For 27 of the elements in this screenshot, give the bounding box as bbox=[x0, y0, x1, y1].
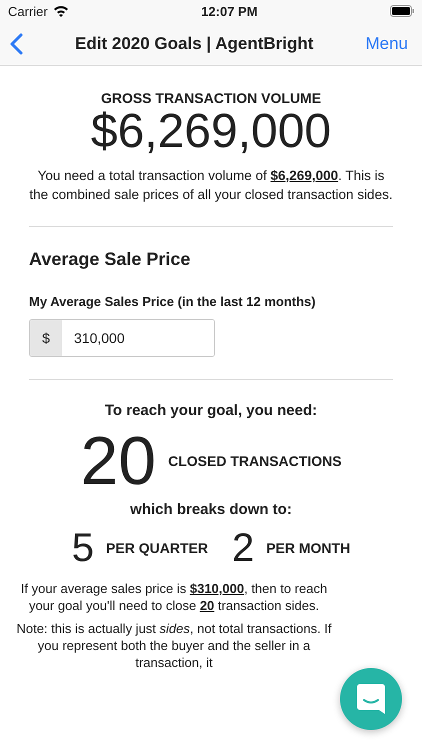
note-text: Note: this is actually just sides, not total transactions. If you represent both the buyer and the seller in a transaction, it bbox=[15, 620, 333, 671]
back-button[interactable] bbox=[10, 32, 23, 54]
menu-button[interactable]: Menu bbox=[365, 34, 408, 54]
volume-value: $6,269,000 bbox=[90, 106, 332, 158]
carrier-label: Carrier bbox=[8, 4, 48, 18]
price-field[interactable]: $ 310,000 bbox=[29, 319, 215, 357]
breakdown-count: 2 bbox=[232, 526, 254, 570]
breakdown-count: 5 bbox=[72, 526, 94, 570]
nav-title: Edit 2020 Goals | AgentBright bbox=[75, 34, 314, 54]
breakdown-unit: PER QUARTER bbox=[106, 540, 208, 556]
back-chevron-icon bbox=[10, 32, 23, 54]
battery-icon bbox=[390, 5, 414, 17]
wifi-icon bbox=[52, 5, 69, 17]
section-heading: Average Sale Price bbox=[29, 249, 192, 270]
chat-button[interactable] bbox=[340, 668, 402, 730]
volume-description: You need a total transaction volume of $6,269,000. This is the combined sale prices of all your closed transaction sides. bbox=[29, 167, 393, 204]
goal-intro: To reach your goal, you need: bbox=[104, 402, 318, 419]
chat-icon bbox=[357, 684, 385, 714]
currency-prefix: $ bbox=[30, 320, 62, 356]
transactions-label: CLOSED TRANSACTIONS bbox=[168, 453, 342, 469]
breakdown-label: which breaks down to: bbox=[130, 501, 292, 518]
volume-label: GROSS TRANSACTION VOLUME bbox=[100, 90, 322, 106]
transactions-count: 20 bbox=[80, 425, 156, 497]
field-label: My Average Sales Price (in the last 12 months) bbox=[29, 294, 317, 309]
status-time: 12:07 PM bbox=[201, 4, 258, 18]
summary-text: If your average sales price is $310,000, then to reach your goal you'll need to close 20 transaction sides. bbox=[20, 580, 328, 614]
breakdown-unit: PER MONTH bbox=[266, 540, 350, 556]
